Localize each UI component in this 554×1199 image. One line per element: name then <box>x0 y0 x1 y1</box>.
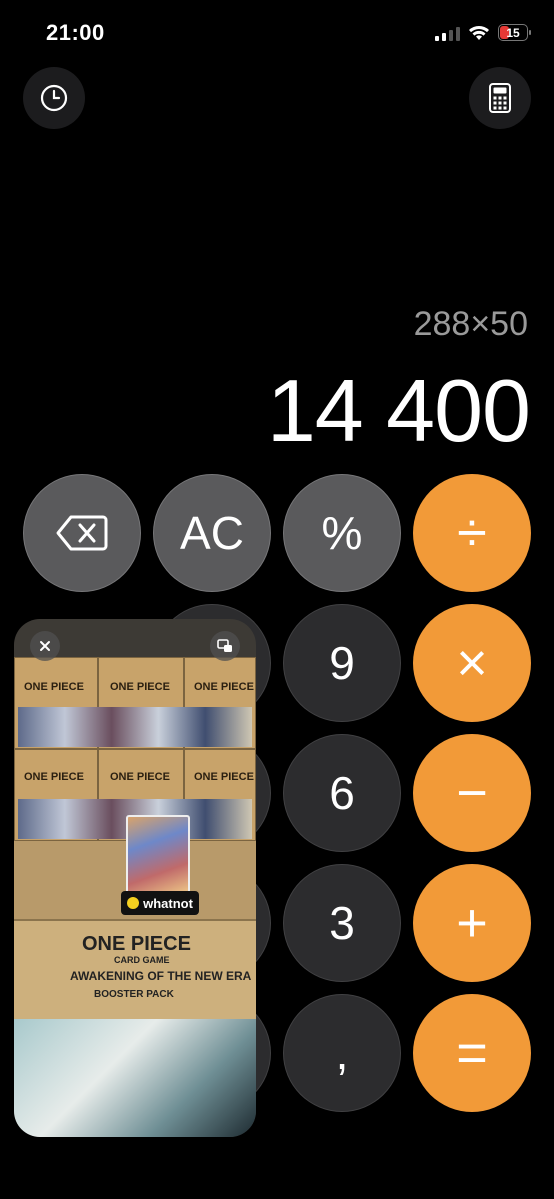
shelf-label: ONE PIECE <box>110 681 170 693</box>
calculator-icon <box>489 83 511 113</box>
equals-button[interactable]: = <box>413 994 531 1112</box>
comma-button[interactable]: , <box>283 994 401 1112</box>
close-icon <box>40 641 50 651</box>
divide-button[interactable]: ÷ <box>413 474 531 592</box>
shelf-label: ONE PIECE <box>194 681 254 693</box>
clock-icon <box>40 84 68 112</box>
booster-case: ONE PIECE CARD GAME AWAKENING OF THE NEW… <box>14 919 256 1021</box>
minus-button[interactable]: − <box>413 734 531 852</box>
shelf-label: ONE PIECE <box>194 771 254 783</box>
wifi-icon <box>469 25 489 40</box>
digit-9-button[interactable]: 9 <box>283 604 401 722</box>
featured-card <box>126 815 190 899</box>
pip-video-window[interactable]: ONE PIECE ONE PIECE ONE PIECE ONE PIECE … <box>14 619 256 1137</box>
digit-6-button[interactable]: 6 <box>283 734 401 852</box>
whatnot-brand: whatnot <box>143 895 193 911</box>
status-time: 21:00 <box>46 20 105 45</box>
result-display: 14 400 <box>266 361 531 460</box>
pip-restore-icon <box>217 639 232 652</box>
backspace-icon <box>56 515 108 551</box>
anime-poster <box>14 1019 256 1137</box>
box-set: AWAKENING OF THE NEW ERA <box>70 969 252 983</box>
box-subtitle: CARD GAME <box>114 955 170 965</box>
expression-display: 288×50 <box>413 305 528 343</box>
shelf-label: ONE PIECE <box>24 681 84 693</box>
whatnot-logo-icon <box>127 897 140 909</box>
status-icons: 15 <box>435 24 531 41</box>
multiply-button[interactable]: × <box>413 604 531 722</box>
backspace-button[interactable] <box>23 474 141 592</box>
shelf-label: ONE PIECE <box>110 771 170 783</box>
box-type: BOOSTER PACK <box>94 989 174 1000</box>
card-display <box>18 707 252 747</box>
whatnot-badge: whatnot <box>121 891 199 915</box>
cellular-signal-icon <box>435 25 460 41</box>
calculator-mode-button[interactable] <box>469 67 531 129</box>
battery-level: 15 <box>506 25 520 40</box>
percent-button[interactable]: % <box>283 474 401 592</box>
plus-button[interactable]: + <box>413 864 531 982</box>
history-button[interactable] <box>23 67 85 129</box>
digit-3-button[interactable]: 3 <box>283 864 401 982</box>
pip-restore-button[interactable] <box>210 631 240 661</box>
ac-button[interactable]: AC <box>153 474 271 592</box>
battery-indicator: 15 <box>498 24 531 41</box>
box-title: ONE PIECE <box>82 933 191 955</box>
shelf-label: ONE PIECE <box>24 771 84 783</box>
pip-close-button[interactable] <box>30 631 60 661</box>
